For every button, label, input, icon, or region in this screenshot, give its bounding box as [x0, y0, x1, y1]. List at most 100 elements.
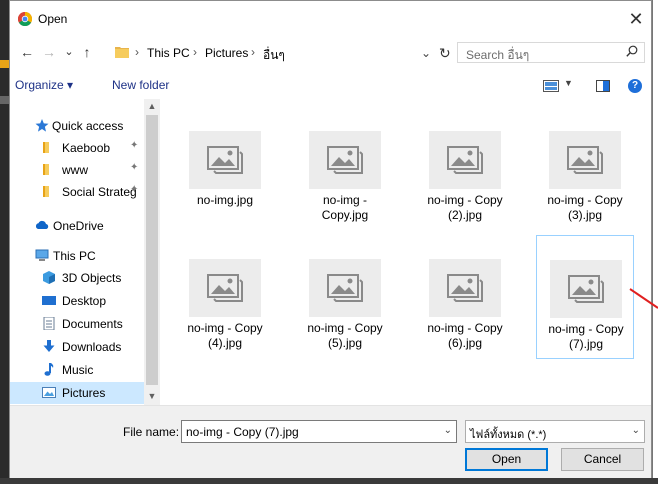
chevron-down-icon[interactable]: ⌄ [444, 425, 452, 436]
dialog-title: Open [38, 12, 68, 26]
sidebar-item-www[interactable]: www ✦ [10, 159, 158, 181]
sidebar-item-label: Social Strateg [62, 185, 137, 199]
folder-icon [115, 47, 129, 58]
file-name: no-img - Copy.jpg [321, 193, 369, 222]
sidebar-item-label: Kaeboob [62, 141, 111, 155]
sidebar-item-label: This PC [53, 249, 96, 263]
scroll-up-button[interactable]: ▲ [144, 99, 160, 113]
desktop-icon [42, 296, 56, 305]
file-thumbnail [189, 131, 261, 189]
breadcrumb-separator: › [251, 45, 255, 59]
sidebar-item-3d-objects[interactable]: 3D Objects [10, 267, 158, 289]
image-placeholder-icon [327, 146, 363, 174]
file-thumbnail [309, 259, 381, 317]
pin-icon: ✦ [130, 140, 139, 151]
sidebar-item-downloads[interactable]: Downloads [10, 336, 158, 358]
file-list: no-img.jpg no-img - Copy.jpg no-img - Co… [160, 99, 651, 405]
file-name: no-img - Copy (4).jpg [187, 321, 263, 350]
navigation-pane-scrollbar[interactable]: ▲ ▼ [144, 99, 160, 405]
view-options-icon[interactable] [543, 80, 559, 92]
file-name-input[interactable]: no-img - Copy (7).jpg ⌄ [181, 420, 457, 443]
breadcrumb-this-pc[interactable]: This PC [147, 46, 190, 60]
sidebar-item-quick-access[interactable]: Quick access [10, 115, 158, 137]
file-thumbnail [189, 259, 261, 317]
file-item-selected[interactable]: no-img - Copy (7).jpg [536, 235, 634, 359]
file-type-value: ไฟล์ทั้งหมด (*.*) [470, 429, 547, 441]
help-icon[interactable]: ? [628, 79, 642, 93]
image-placeholder-icon [567, 146, 603, 174]
file-thumbnail [429, 131, 501, 189]
download-icon [43, 340, 55, 352]
cloud-icon [35, 220, 49, 229]
refresh-button[interactable]: ↻ [439, 45, 451, 62]
file-name: no-img - Copy (6).jpg [427, 321, 503, 350]
organize-menu[interactable]: Organize ▾ [15, 78, 73, 92]
file-item[interactable]: no-img - Copy (5).jpg [296, 253, 394, 381]
search-box[interactable]: Search อื่นๆ [457, 42, 645, 63]
chevron-down-icon[interactable]: ⌄ [632, 425, 640, 436]
file-name: no-img - Copy (3).jpg [547, 193, 623, 222]
recent-locations-button[interactable]: ⌄ [60, 42, 78, 62]
sidebar-item-label: 3D Objects [62, 271, 122, 285]
search-icon [626, 45, 638, 57]
computer-icon [35, 249, 49, 261]
sidebar-item-label: Pictures [62, 386, 106, 400]
dialog-footer: File name: no-img - Copy (7).jpg ⌄ ไฟล์ท… [10, 405, 651, 478]
image-placeholder-icon [207, 274, 243, 302]
image-placeholder-icon [568, 275, 604, 303]
chrome-icon [18, 12, 32, 26]
file-item[interactable]: no-img - Copy (6).jpg [416, 253, 514, 381]
forward-button[interactable]: → [40, 42, 58, 62]
file-item[interactable]: no-img - Copy (4).jpg [176, 253, 274, 381]
file-item[interactable]: no-img - Copy.jpg [296, 125, 394, 253]
music-icon [44, 363, 54, 376]
background-marker [0, 96, 9, 104]
sidebar-item-music[interactable]: Music [10, 359, 158, 381]
sidebar-item-label: Music [62, 363, 94, 377]
preview-pane-icon[interactable] [596, 80, 610, 92]
command-bar: Organize ▾ New folder ▼ ? [10, 73, 651, 99]
cancel-button[interactable]: Cancel [561, 448, 644, 471]
close-button[interactable]: ✕ [621, 6, 651, 32]
sidebar-item-label: OneDrive [53, 219, 104, 233]
open-dialog: Open ✕ ← → ⌄ ↑ › This PC › Pictures › อื… [9, 0, 652, 478]
new-folder-button[interactable]: New folder [112, 78, 169, 92]
file-name: no-img - Copy (5).jpg [307, 321, 383, 350]
back-button[interactable]: ← [18, 42, 36, 62]
address-bar[interactable]: › This PC › Pictures › อื่นๆ ⌄ ↻ [110, 42, 455, 63]
sidebar-item-onedrive[interactable]: OneDrive [10, 215, 158, 237]
pin-icon: ✦ [130, 184, 139, 195]
scrollbar-thumb[interactable] [146, 115, 158, 385]
file-thumbnail [549, 131, 621, 189]
image-placeholder-icon [327, 274, 363, 302]
breadcrumb-pictures[interactable]: Pictures [205, 46, 248, 60]
title-bar: Open ✕ [10, 1, 651, 37]
up-button[interactable]: ↑ [78, 42, 96, 62]
scroll-down-button[interactable]: ▼ [144, 389, 160, 403]
file-item[interactable]: no-img - Copy (3).jpg [536, 125, 634, 253]
file-type-select[interactable]: ไฟล์ทั้งหมด (*.*) ⌄ [465, 420, 645, 443]
file-item[interactable]: no-img - Copy (2).jpg [416, 125, 514, 253]
star-icon [35, 119, 49, 132]
open-button[interactable]: Open [465, 448, 548, 471]
document-icon [43, 317, 55, 330]
sidebar-item-pictures[interactable]: Pictures [10, 382, 158, 404]
sidebar-item-this-pc[interactable]: This PC [10, 245, 158, 267]
sidebar-item-documents[interactable]: Documents [10, 313, 158, 335]
background-edge-line [652, 0, 653, 484]
background-marker [0, 60, 9, 68]
sidebar-item-desktop[interactable]: Desktop [10, 290, 158, 312]
sidebar-item-social-strategy[interactable]: Social Strateg ✦ [10, 181, 158, 203]
view-dropdown-icon[interactable]: ▼ [564, 78, 573, 88]
sidebar-item-kaeboob[interactable]: Kaeboob ✦ [10, 137, 158, 159]
sidebar-item-label: Downloads [62, 340, 122, 354]
breadcrumb-current-folder[interactable]: อื่นๆ [263, 46, 285, 65]
address-dropdown-button[interactable]: ⌄ [421, 46, 431, 60]
folder-icon [43, 164, 49, 175]
sidebar-item-label: www [62, 163, 88, 177]
image-placeholder-icon [207, 146, 243, 174]
breadcrumb-separator: › [193, 45, 197, 59]
navigation-pane: Quick access Kaeboob ✦ www ✦ Social Stra… [10, 99, 158, 405]
file-item[interactable]: no-img.jpg [176, 125, 274, 253]
file-name-value: no-img - Copy (7).jpg [186, 425, 299, 439]
